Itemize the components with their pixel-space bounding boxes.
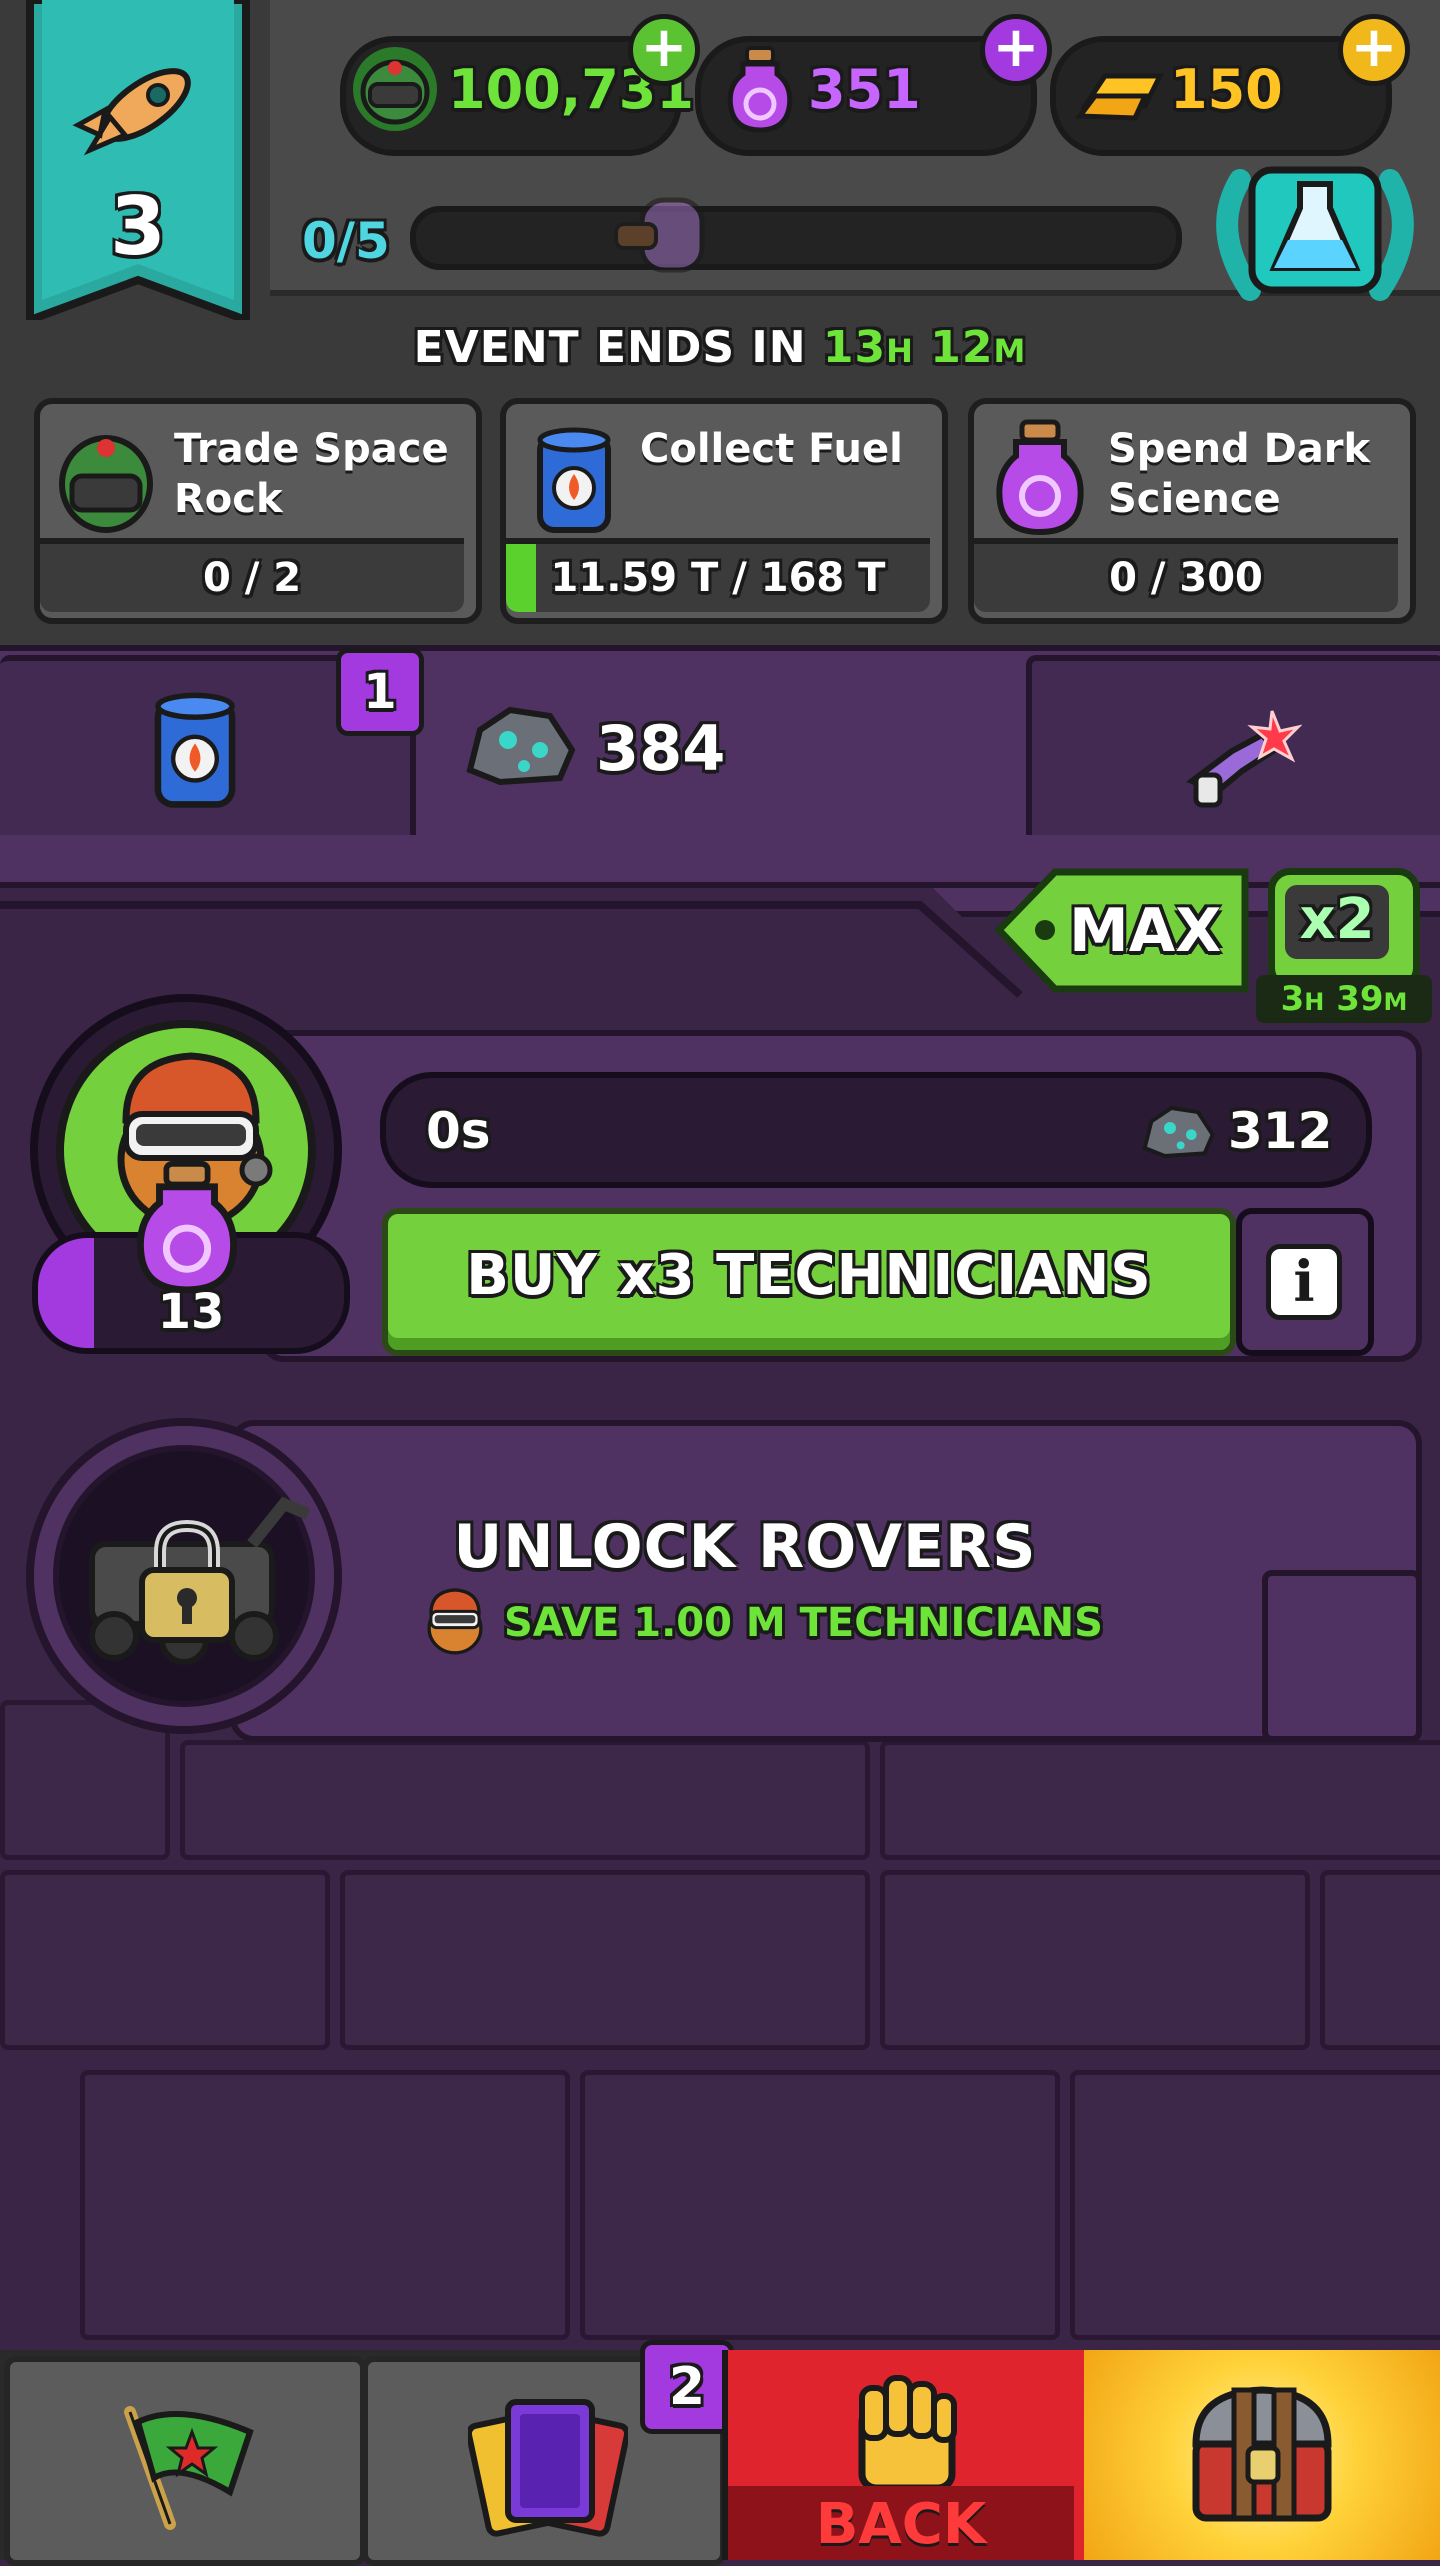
space-helmet-icon [59, 435, 153, 533]
info-icon: i [1266, 1244, 1342, 1320]
x2-boost-button[interactable]: x2 [1268, 868, 1420, 990]
dark-science-flask-icon [727, 46, 793, 133]
space-rock-count: 384 [596, 712, 726, 785]
tab-space-rock[interactable]: 384 [420, 650, 1020, 840]
lock-icon [139, 1519, 235, 1643]
info-icon-glyph: i [1293, 1249, 1315, 1315]
boost-timer-minutes-unit: M [1383, 988, 1408, 1016]
technician-icon [427, 1588, 483, 1655]
add-dark-science-button[interactable]: + [980, 14, 1052, 86]
x2-label: x2 [1299, 887, 1375, 952]
add-gold-button[interactable]: + [1338, 14, 1410, 86]
rovers-avatar[interactable] [22, 1414, 346, 1738]
task-card-trade-space-rock[interactable]: Trade Space Rock 0 / 2 [34, 398, 482, 624]
task-card-collect-fuel[interactable]: Collect Fuel 11.59 T / 168 T [500, 398, 948, 624]
add-helmet-button[interactable]: + [628, 14, 700, 86]
fist-icon [858, 2375, 957, 2492]
max-label: MAX [1069, 896, 1222, 966]
unlock-requirement: SAVE 1.00 M TECHNICIANS [420, 1584, 1120, 1655]
boost-timer-hours: 3 [1280, 979, 1305, 1019]
event-timer-hours: 13 [822, 322, 887, 373]
task-progress-strip: 0 / 2 [40, 538, 464, 612]
buy-technicians-label: BUY x3 TECHNICIANS [466, 1243, 1152, 1308]
back-label: BACK [815, 2492, 987, 2557]
nav-chest-button[interactable] [1084, 2350, 1440, 2560]
rovers-panel-corner [1262, 1570, 1422, 1742]
tab-fuel-badge-count: 1 [363, 664, 397, 720]
wall-brick [1320, 1870, 1440, 2050]
max-button[interactable]: MAX [994, 868, 1250, 993]
wall-brick [340, 1870, 870, 2050]
wall-brick [80, 2070, 570, 2340]
flask-reward-icon [614, 197, 705, 273]
event-timer-minutes: 12 [930, 322, 994, 373]
buy-technicians-button[interactable]: BUY x3 TECHNICIANS [382, 1208, 1236, 1356]
event-timer-hours-unit: H [886, 332, 914, 370]
technician-timer-bar: 0s 312 [380, 1072, 1372, 1188]
dark-science-flask-icon [996, 419, 1084, 536]
wall-brick [880, 1740, 1440, 1860]
nav-cards-badge: 2 [640, 2340, 734, 2434]
task-card-spend-dark-science[interactable]: Spend Dark Science 0 / 300 [968, 398, 1416, 624]
flag-icon [124, 2406, 254, 2530]
boost-timer-hours-unit: H [1304, 988, 1325, 1016]
nav-missions-button[interactable] [4, 2356, 366, 2566]
task-title-line1: Collect Fuel [640, 426, 903, 472]
space-helmet-icon [353, 47, 437, 131]
task-progress-text: 0 / 300 [1109, 555, 1263, 601]
dark-science-flask-icon [137, 1160, 237, 1294]
rocket-icon [72, 68, 191, 156]
lab-button[interactable] [1200, 150, 1430, 310]
event-timer-prefix: EVENT ENDS IN [413, 322, 807, 373]
event-progress-bar [410, 206, 1182, 270]
technician-info-button[interactable]: i [1236, 1208, 1374, 1356]
nav-cards-badge-count: 2 [668, 2357, 706, 2417]
event-timer-minutes-unit: M [993, 332, 1027, 370]
fuel-can-icon [154, 692, 236, 808]
boost-timer: 3H 39M [1256, 975, 1432, 1023]
treasure-chest-icon [1192, 2386, 1332, 2522]
progress-label: 0/5 [302, 212, 390, 270]
task-title-line2: Rock [174, 476, 283, 522]
dark-science-currency-value: 351 [808, 58, 921, 121]
wall-brick [0, 1870, 330, 2050]
unlock-rovers-title: UNLOCK ROVERS [453, 1512, 1037, 1582]
fuel-can-icon [537, 427, 611, 533]
wall-brick [1070, 2070, 1440, 2340]
gold-currency-value: 150 [1170, 58, 1283, 121]
space-rock-icon [466, 706, 576, 786]
technician-timer: 0s [426, 1102, 491, 1160]
nav-back-button[interactable]: BACK [722, 2350, 1092, 2560]
technician-cost: 312 [1228, 1102, 1333, 1160]
task-title-line2: Science [1108, 476, 1281, 522]
x2-tv-frame: x2 [1268, 868, 1420, 990]
tab-ray-gun[interactable] [1026, 655, 1440, 847]
task-title-line1: Spend Dark [1108, 426, 1371, 472]
unlock-requirement-text: SAVE 1.00 M TECHNICIANS [504, 1600, 1103, 1646]
level-number: 3 [110, 180, 166, 273]
wall-brick [880, 1870, 1310, 2050]
ray-gun-icon [1185, 710, 1302, 808]
tab-fuel-badge: 1 [336, 648, 424, 736]
level-ribbon[interactable]: 3 [18, 0, 258, 326]
boost-timer-minutes: 39 [1336, 979, 1384, 1019]
task-progress-strip: 0 / 300 [974, 538, 1398, 612]
wall-brick [180, 1740, 870, 1860]
wall-brick [580, 2070, 1060, 2340]
space-rock-icon [1142, 1105, 1215, 1159]
task-progress-strip: 11.59 T / 168 T [506, 538, 930, 612]
event-timer: EVENT ENDS IN 13H 12M [0, 322, 1440, 373]
task-title-line1: Trade Space [174, 426, 449, 472]
task-progress-text: 11.59 T / 168 T [550, 555, 886, 601]
gold-bars-icon [1075, 73, 1165, 121]
cards-icon [468, 2399, 628, 2537]
laurel-flask-icon [1216, 166, 1414, 301]
task-progress-text: 0 / 2 [202, 555, 302, 601]
